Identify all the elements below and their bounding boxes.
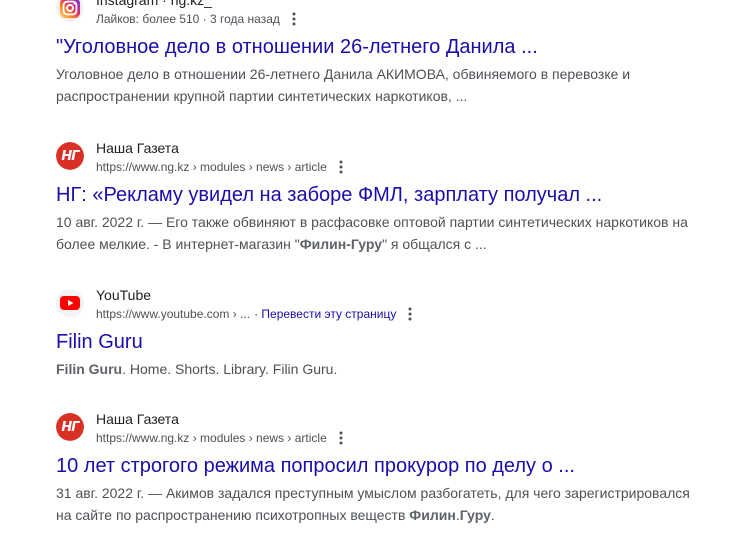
ng-logo-text: НГ [56,142,84,170]
result-source-name: Наша Газета [96,411,179,427]
instagram-icon [56,0,84,22]
search-result-youtube: YouTube https://www.youtube.com › ... · … [56,285,716,380]
result-snippet: 10 авг. 2022 г. — Его также обвиняют в р… [56,211,716,255]
snippet-highlight: Филин [409,507,456,523]
result-source-name: Наша Газета [96,140,179,156]
snippet-line: распространении крупной партии синтетиче… [56,88,468,104]
result-source-row[interactable]: НГ Наша Газета https://www.ng.kz › modul… [56,409,716,449]
result-title-link[interactable]: "Уголовное дело в отношении 26-летнего Д… [56,34,716,60]
snippet-line: 10 авг. 2022 г. — Его также обвиняют в р… [56,214,688,230]
result-snippet: Filin Guru. Home. Shorts. Library. Filin… [56,358,716,380]
translate-page-link[interactable]: · Перевести эту страницу [254,305,396,323]
result-source-name: Instagram · ng.kz_ [96,0,212,8]
result-title-link[interactable]: Filin Guru [56,329,716,355]
result-url: https://www.youtube.com › ... [96,307,251,321]
snippet-text: на сайте по распространению психотропных… [56,507,410,523]
snippet-text: . Home. Shorts. Library. Filin Guru. [122,361,338,377]
result-url: https://www.ng.kz › modules › news › art… [96,431,327,445]
snippet-highlight: Filin Guru [56,361,123,377]
result-snippet: 31 авг. 2022 г. — Акимов задался преступ… [56,482,716,526]
result-title-link[interactable]: НГ: «Рекламу увидел на заборе ФМЛ, зарпл… [56,182,716,208]
result-title-link[interactable]: 10 лет строгого режима попросил прокурор… [56,453,716,479]
result-source-row[interactable]: НГ Наша Газета https://www.ng.kz › modul… [56,138,716,178]
snippet-text: " я общался с ... [382,236,487,252]
more-vert-icon[interactable] [292,12,304,26]
result-source-name: YouTube [96,287,152,303]
ng-logo-text: НГ [56,413,84,441]
ng-logo-icon: НГ [56,142,84,170]
snippet-text: . [490,507,495,523]
result-source-row[interactable]: Instagram · ng.kz_ Лайков: более 510 · 3… [56,0,716,30]
result-snippet: Уголовное дело в отношении 26-летнего Да… [56,63,716,107]
snippet-text: более мелкие. - В интернет-магазин " [56,236,300,252]
result-meta: Лайков: более 510 · 3 года назад [96,12,280,26]
more-vert-icon[interactable] [339,431,351,445]
snippet-highlight: Филин-Гуру [299,236,383,252]
more-vert-icon[interactable] [339,160,351,174]
snippet-line: Уголовное дело в отношении 26-летнего Да… [56,66,631,82]
search-result-ng-1: НГ Наша Газета https://www.ng.kz › modul… [56,138,716,255]
snippet-line: 31 авг. 2022 г. — Акимов задался преступ… [56,485,690,501]
search-result-ng-2: НГ Наша Газета https://www.ng.kz › modul… [56,409,716,526]
ng-logo-icon: НГ [56,413,84,441]
search-result-instagram: Instagram · ng.kz_ Лайков: более 510 · 3… [56,0,716,107]
result-source-row[interactable]: YouTube https://www.youtube.com › ... · … [56,285,716,325]
result-url: https://www.ng.kz › modules › news › art… [96,160,327,174]
snippet-highlight: Гуру [459,507,491,523]
youtube-icon [56,289,84,317]
more-vert-icon[interactable] [408,307,420,321]
